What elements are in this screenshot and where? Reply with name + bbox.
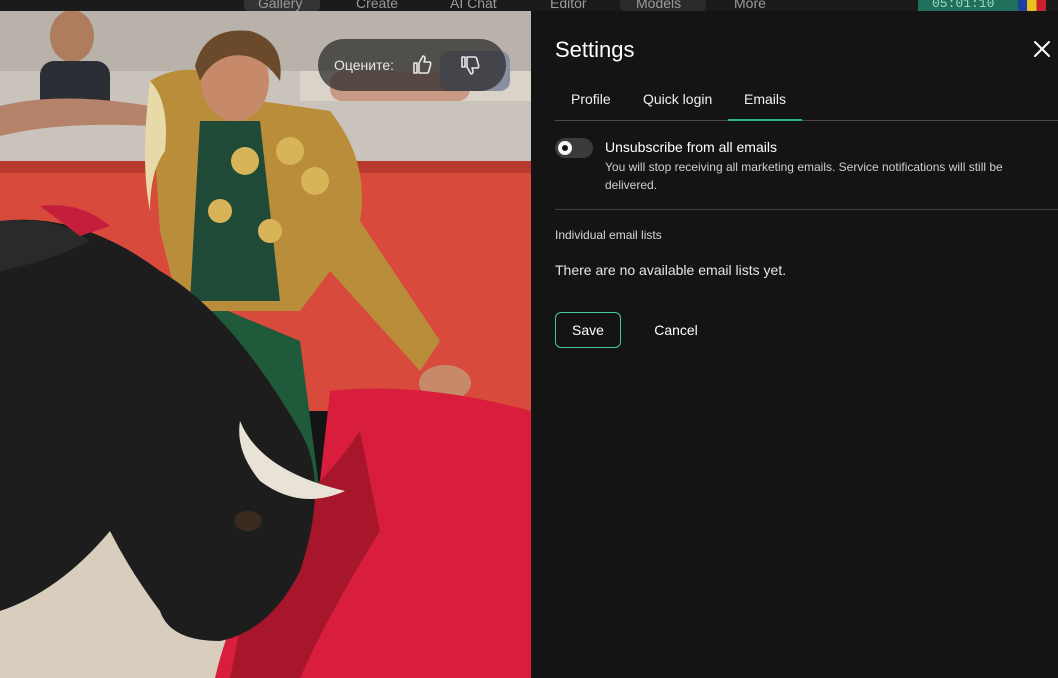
email-lists-heading: Individual email lists (555, 228, 662, 242)
generated-image: Оцените: (0, 11, 531, 678)
save-button[interactable]: Save (555, 312, 621, 348)
language-flag-icon[interactable] (1018, 0, 1046, 11)
unsubscribe-description: You will stop receiving all marketing em… (605, 160, 1003, 192)
settings-title: Settings (555, 37, 635, 62)
bullfight-illustration (0, 11, 531, 678)
nav-editor[interactable]: Editor (550, 0, 587, 11)
tab-quick-login[interactable]: Quick login (627, 91, 728, 121)
top-navigation: Gallery Create AI Chat Editor Models Mor… (0, 0, 1058, 11)
thumbs-up-icon[interactable] (410, 53, 434, 77)
nav-gallery[interactable]: Gallery (244, 0, 320, 11)
email-lists-empty-message: There are no available email lists yet. (555, 262, 787, 278)
cancel-button[interactable]: Cancel (641, 312, 711, 348)
tab-profile[interactable]: Profile (555, 91, 627, 121)
unsubscribe-label: Unsubscribe from all emails (605, 139, 777, 155)
settings-panel: Settings Profile Quick login Emails Unsu… (531, 11, 1058, 678)
rating-label: Оцените: (334, 57, 395, 73)
toggle-knob (558, 141, 572, 155)
section-divider (555, 209, 1058, 210)
unsubscribe-toggle[interactable] (555, 138, 593, 158)
close-icon[interactable] (1031, 38, 1053, 60)
nav-more[interactable]: More (734, 0, 766, 11)
nav-models[interactable]: Models (620, 0, 706, 11)
thumbs-down-icon[interactable] (458, 53, 482, 77)
nav-create[interactable]: Create (356, 0, 398, 11)
session-timer: 05:01:10 (918, 0, 1018, 11)
settings-tabs: Profile Quick login Emails (555, 91, 1058, 121)
nav-ai-chat[interactable]: AI Chat (450, 0, 497, 11)
tab-emails[interactable]: Emails (728, 91, 803, 121)
rating-widget: Оцените: (318, 39, 506, 91)
